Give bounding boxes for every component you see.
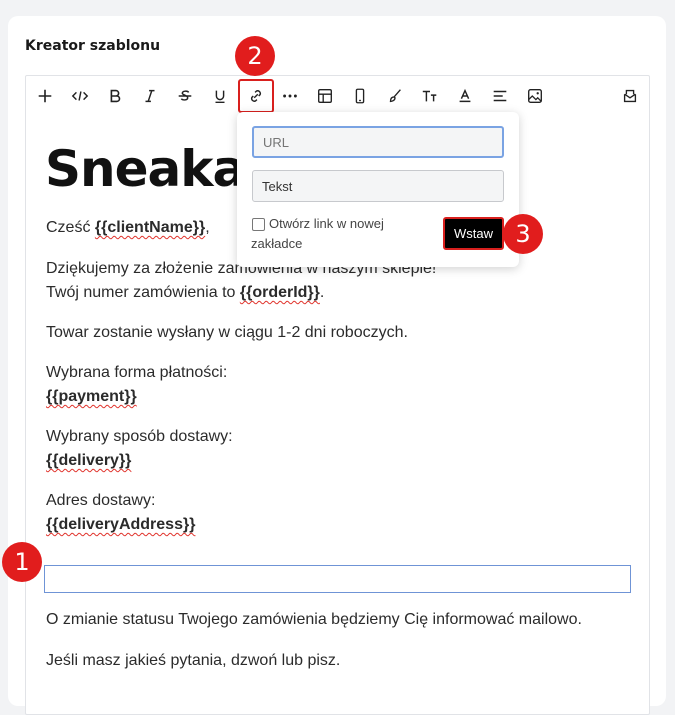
delivery-block: Wybrany sposób dostawy: {{delivery}} bbox=[46, 425, 233, 473]
mobile-icon[interactable] bbox=[347, 83, 373, 109]
client-name-var: {{clientName}} bbox=[94, 219, 206, 236]
step-badge-2: 2 bbox=[235, 36, 275, 76]
link-icon[interactable] bbox=[238, 79, 274, 113]
empty-paragraph-selected[interactable] bbox=[44, 565, 631, 593]
step-badge-1: 1 bbox=[2, 542, 42, 582]
bold-icon[interactable] bbox=[102, 83, 128, 109]
code-icon[interactable] bbox=[67, 83, 93, 109]
underline-icon[interactable] bbox=[207, 83, 233, 109]
insert-link-popup: Otwórz link w nowej zakładce Wstaw bbox=[237, 112, 519, 267]
status-line: O zmianie statusu Twojego zamówienia będ… bbox=[46, 611, 582, 628]
mail-icon[interactable] bbox=[617, 83, 643, 109]
plus-icon[interactable] bbox=[32, 83, 58, 109]
align-icon[interactable] bbox=[487, 83, 513, 109]
strikethrough-icon[interactable] bbox=[172, 83, 198, 109]
payment-var: {{payment}} bbox=[46, 388, 137, 405]
payment-block: Wybrana forma płatności: {{payment}} bbox=[46, 361, 227, 409]
url-input[interactable] bbox=[252, 126, 504, 158]
table-icon[interactable] bbox=[312, 83, 338, 109]
font-size-icon[interactable] bbox=[417, 83, 443, 109]
address-block: Adres dostawy: {{deliveryAddress}} bbox=[46, 489, 195, 537]
image-icon[interactable] bbox=[522, 83, 548, 109]
greeting-line: Cześć {{clientName}}, bbox=[46, 219, 210, 236]
font-color-icon[interactable] bbox=[452, 83, 478, 109]
more-icon[interactable] bbox=[277, 83, 303, 109]
delivery-var: {{delivery}} bbox=[46, 452, 132, 469]
delivery-address-var: {{deliveryAddress}} bbox=[46, 516, 196, 533]
link-text-input[interactable] bbox=[252, 170, 504, 202]
italic-icon[interactable] bbox=[137, 83, 163, 109]
step-badge-3: 3 bbox=[503, 214, 543, 254]
shipping-line: Towar zostanie wysłany w ciągu 1-2 dni r… bbox=[46, 324, 408, 341]
order-id-var: {{orderId}} bbox=[239, 284, 320, 301]
insert-button[interactable]: Wstaw bbox=[443, 217, 504, 250]
brush-icon[interactable] bbox=[382, 83, 408, 109]
new-tab-label: Otwórz link w nowej zakładce bbox=[251, 216, 384, 251]
questions-line: Jeśli masz jakieś pytania, dzwoń lub pis… bbox=[46, 652, 341, 669]
card-title: Kreator szablonu bbox=[25, 38, 161, 54]
